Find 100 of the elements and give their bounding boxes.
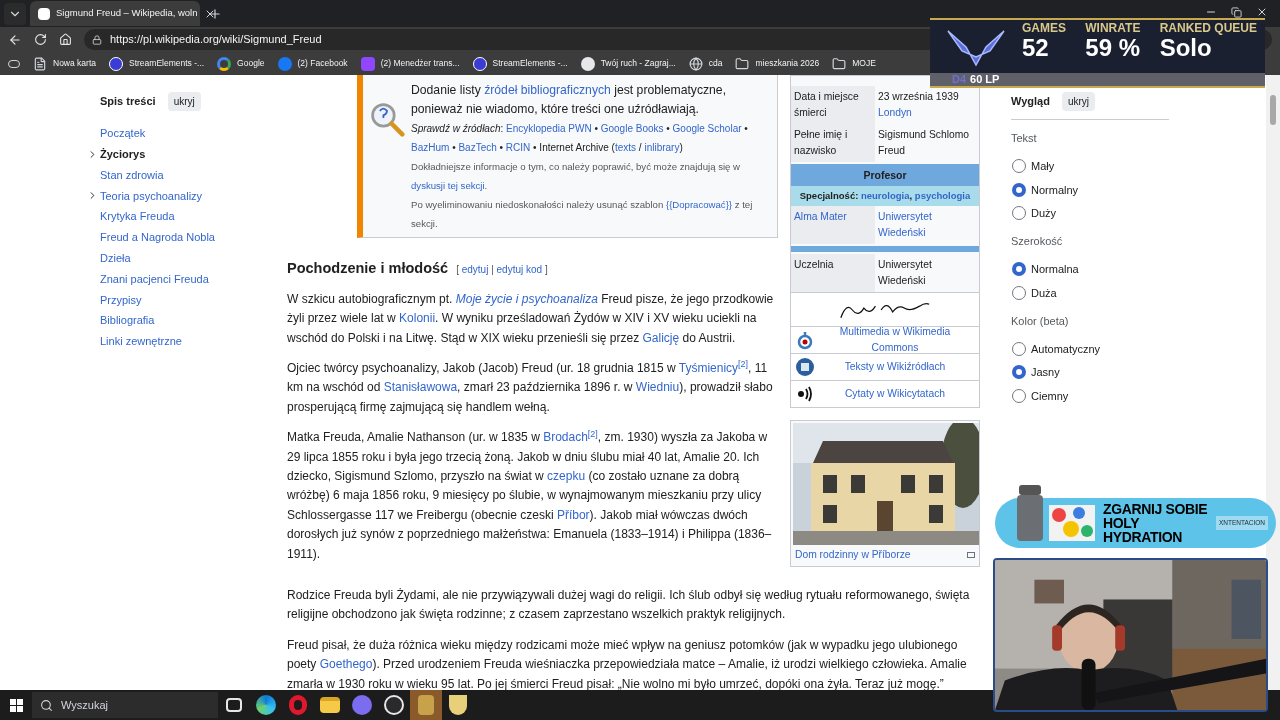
tab-list-button[interactable] xyxy=(4,2,26,25)
ad-headline: HOLY HYDRATION xyxy=(1103,516,1184,544)
hide-button[interactable]: ukryj xyxy=(1061,92,1096,111)
toc-item[interactable]: Krytyka Freuda xyxy=(100,208,175,225)
bookmark[interactable]: (2) Facebook xyxy=(277,56,348,71)
toc-item[interactable]: Freud a Nagroda Nobla xyxy=(100,229,215,246)
toc-item[interactable]: Bibliografia xyxy=(100,312,155,329)
scrollbar-thumb[interactable] xyxy=(1270,95,1276,125)
infobox-header: Profesor xyxy=(791,164,979,186)
reference-link[interactable]: [2] xyxy=(587,428,598,439)
radio-button[interactable] xyxy=(1012,388,1026,403)
bookmark[interactable]: Twój ruch - Zagraj... xyxy=(580,56,676,71)
folder-icon xyxy=(735,56,750,71)
toc-item[interactable]: Życiorys xyxy=(100,145,146,163)
link[interactable]: RCIN xyxy=(505,142,531,153)
toc-item[interactable]: Znani pacjenci Freuda xyxy=(100,270,209,288)
link[interactable]: Londyn xyxy=(878,107,912,118)
radio-button[interactable] xyxy=(1012,206,1026,221)
sister-link[interactable]: Multimedia w Wikimedia Commons xyxy=(815,324,975,356)
enlarge-icon xyxy=(967,551,975,558)
url-text: https://pl.wikipedia.org/wiki/Sigmund_Freud xyxy=(110,32,322,48)
link[interactable]: psychologia xyxy=(914,190,971,201)
option-label: Jasny xyxy=(1031,365,1060,380)
bookmark[interactable]: StreamElements -... xyxy=(109,56,205,71)
toc-item[interactable]: Linki zewnętrzne xyxy=(100,333,182,350)
edge-icon xyxy=(256,695,276,715)
bookmark[interactable]: Google xyxy=(217,56,265,71)
radio-button[interactable] xyxy=(1012,365,1026,380)
link[interactable]: Goethego xyxy=(319,657,373,672)
option-label: Mały xyxy=(1031,159,1055,174)
toc-item[interactable]: Teoria psychoanalizy xyxy=(100,187,203,205)
link[interactable]: Wiedniu xyxy=(635,380,680,395)
bookmark[interactable]: cda xyxy=(688,56,723,71)
link[interactable]: Moje życie i psychoanaliza xyxy=(455,291,598,306)
reference-link[interactable]: [2] xyxy=(738,359,749,370)
toc-item[interactable]: Dzieła xyxy=(100,249,131,267)
bookmark[interactable]: Nowa karta xyxy=(33,56,96,71)
bookmark[interactable]: MOJE xyxy=(832,56,876,71)
link[interactable]: neurologia xyxy=(861,190,910,201)
link[interactable]: tej sekcji xyxy=(447,180,485,191)
restore-icon[interactable] xyxy=(1231,6,1242,18)
shaker-bottle-icon xyxy=(1015,485,1045,541)
shield-app-icon xyxy=(449,695,467,715)
radio-button[interactable] xyxy=(1012,182,1026,197)
radio-button[interactable] xyxy=(1012,285,1026,300)
wikipedia-icon xyxy=(38,7,50,20)
recording-app-icon xyxy=(384,695,404,715)
paragraph: W szkicu autobiograficznym pt. Moje życie i psychoanaliza Freud pisze, że jego przodkowie żyli przez wiele lat w Kolonii. W wyniku prześladowań Żydów w XIV i XV wieku uciekli na wschód do Polski i na Litwę. Stąd w XIX wieku przenieśli się przez Galicję do Austrii. xyxy=(287,290,775,347)
link[interactable]: BazTech xyxy=(458,142,497,153)
new-tab-icon[interactable] xyxy=(208,6,222,21)
link[interactable]: Galicję xyxy=(642,330,680,345)
paragraph: Ojciec twórcy psychoanalizy, Jakob (Jacob) Freud (ur. 18 grudnia 1815 w Tyśmienicy$^{[2]}$, 11 km na wschód od Stanisławowa, zmarł 23 października 1896 r. w Wiedniu), prowadził słabo prosperującą firmę zajmującą się handlem wełną. xyxy=(287,358,774,416)
link[interactable]: Encyklopedia PWN xyxy=(506,123,592,134)
link[interactable]: inlibrary xyxy=(644,142,680,153)
notice-text: Po wyeliminowaniu niedoskonałości należy usunąć szablon {{Dopracować}} z tej sekcji. xyxy=(411,198,754,231)
paragraph: Matka Freuda, Amalie Nathanson (ur. w 1835 w Brodach$^{[2]}$, zm. 1930) wyszła za Jakoba w 29 lipca 1855 roku i była jego trzecią żoną. Jakob w dniu ślubu miał 40 lat, Amalie 20. Ich dziecko, Sigismund Szlomo, przyszło na świat w czepku (co zostało uznane za dobrą wróżbę) 6 maja 1856 roku, 9 miesięcy po ślubie, w wynajmowanym mieszkaniu przy ulicy Schlossergasse 117 we Freibergu (obecnie czeski Příbor). Jakob miał wówczas dwóch dorosłych już synów z poprzedniego małżeństwa: Emanuela (1833–1914) i Philippa (1836–1911). xyxy=(287,428,773,563)
bookmark[interactable]: StreamElements -... xyxy=(472,56,568,71)
figure-caption[interactable]: Dom rodzinny w Příborze xyxy=(795,547,911,563)
link[interactable]: Brodach xyxy=(543,430,588,445)
link[interactable]: Uniwersytet Wiedeński xyxy=(878,209,971,241)
back-icon[interactable] xyxy=(8,32,22,47)
option-label: Duża xyxy=(1031,285,1057,301)
link[interactable]: Google Scholar xyxy=(672,123,742,134)
toc-item[interactable]: Stan zdrowia xyxy=(100,166,164,184)
paragraph: Freud pisał, że duża różnica wieku między rodzicami może mieć wpływ na geniusz potomków (jak w wypadku jego ulubionego poety Goethego). Przed urodzeniem Freuda wieśniaczka przepowiedziała matce – Amalie, iż urodzi wielkiego człowieka. Amalie zmarła w 1930 roku w wieku 95 lat. Po jej śmierci Freud pisał: „Nie wolno mi było umrzeć, dopóki ona żyła. Teraz już mogę.” xyxy=(287,636,968,690)
edit-links: [ edytuj | edytuj kod ] xyxy=(456,263,548,277)
infobox-label: Data i miejsce śmierci xyxy=(791,86,875,124)
option-label: Ciemny xyxy=(1031,388,1069,404)
reload-icon[interactable] xyxy=(34,33,47,46)
link[interactable]: edytuj kod xyxy=(496,264,543,275)
rank-division: D4 xyxy=(952,74,967,85)
radio-button[interactable] xyxy=(1012,159,1026,174)
commons-icon xyxy=(795,330,815,350)
notice-text: Sprawdź w źródłach: Encyklopedia PWN • Google Books • Google Scholar • BazHum • BazTech • RCIN • Internet Archive (texts / inlibrary) xyxy=(411,122,749,155)
hide-button[interactable]: ukryj xyxy=(167,92,201,111)
search-icon xyxy=(40,698,53,712)
task-view-icon xyxy=(226,698,242,712)
search-field[interactable]: Wyszukaj xyxy=(32,692,218,718)
ad-headline: ZGARNIJ SOBIE xyxy=(1103,502,1209,516)
globe-icon xyxy=(688,56,703,71)
link[interactable]: dyskusji xyxy=(411,180,446,191)
toc-item[interactable]: Początek xyxy=(100,125,146,142)
home-icon[interactable] xyxy=(59,33,72,46)
bookmark[interactable]: (2) Menedżer trans... xyxy=(360,56,460,71)
link[interactable]: Příbor xyxy=(556,507,590,522)
link[interactable]: edytuj xyxy=(461,264,489,275)
folder-icon xyxy=(832,56,847,71)
link[interactable]: źródeł bibliograficznych xyxy=(484,83,611,97)
radio-button[interactable] xyxy=(1012,262,1026,277)
link[interactable]: {{Dopracować}} xyxy=(665,199,733,210)
radio-button[interactable] xyxy=(1012,341,1026,356)
toc-item[interactable]: Przypisy xyxy=(100,291,142,308)
opera-icon xyxy=(289,695,307,715)
league-app-icon xyxy=(418,695,434,715)
link[interactable]: czepku xyxy=(547,469,586,483)
link[interactable]: Google Books xyxy=(600,123,664,134)
bookmark[interactable]: mieszkania 2026 xyxy=(735,56,820,71)
appearance-title: Wygląd xyxy=(1011,94,1050,110)
close-icon[interactable] xyxy=(1256,6,1268,18)
link[interactable]: BazHum xyxy=(411,142,450,153)
